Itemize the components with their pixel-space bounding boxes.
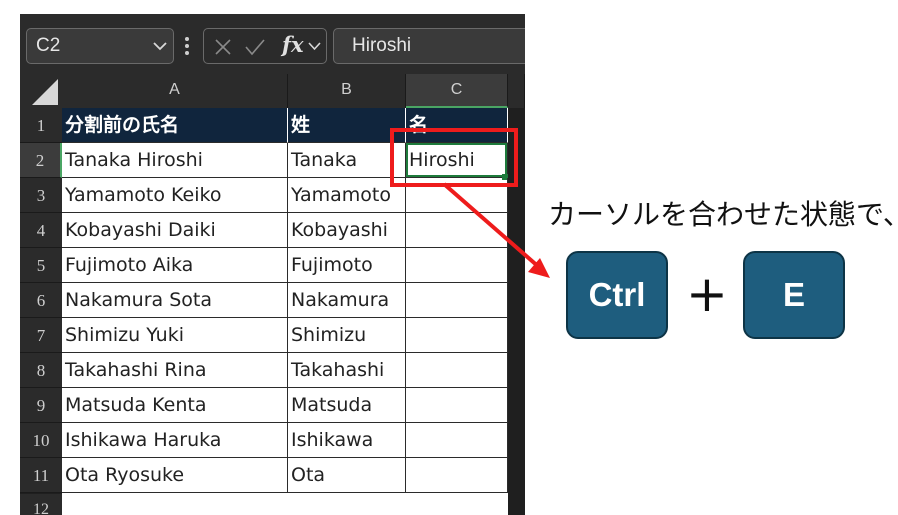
cell-c8[interactable] [406, 353, 508, 388]
cell-a1[interactable]: 分割前の氏名 [62, 108, 288, 143]
cell-c11[interactable] [406, 458, 508, 493]
enter-icon[interactable] [244, 38, 266, 56]
cell-b2[interactable]: Tanaka [288, 143, 406, 178]
cell-a3[interactable]: Yamamoto Keiko [62, 178, 288, 213]
highlight-box [390, 128, 518, 187]
cell-a9[interactable]: Matsuda Kenta [62, 388, 288, 423]
arrow-icon [442, 182, 550, 278]
cell-a6[interactable]: Nakamura Sota [62, 283, 288, 318]
row-header-4[interactable]: 4 [20, 213, 62, 248]
select-all-button[interactable] [20, 74, 62, 108]
cell-b4[interactable]: Kobayashi [288, 213, 406, 248]
cell-b7[interactable]: Shimizu [288, 318, 406, 353]
cell-b1[interactable]: 姓 [288, 108, 406, 143]
select-all-icon [32, 79, 58, 105]
row-header-6[interactable]: 6 [20, 283, 62, 318]
cell-a10[interactable]: Ishikawa Haruka [62, 423, 288, 458]
plus-sign: + [686, 265, 728, 323]
cell-b5[interactable]: Fujimoto [288, 248, 406, 283]
cell-a11[interactable]: Ota Ryosuke [62, 458, 288, 493]
partial-row-cells[interactable] [62, 494, 508, 515]
column-header-d[interactable] [508, 74, 525, 108]
cell-b9[interactable]: Matsuda [288, 388, 406, 423]
formula-value: Hiroshi [352, 35, 412, 56]
cell-b8[interactable]: Takahashi [288, 353, 406, 388]
cell-b11[interactable]: Ota [288, 458, 406, 493]
cell-a5[interactable]: Fujimoto Aika [62, 248, 288, 283]
cell-a8[interactable]: Takahashi Rina [62, 353, 288, 388]
row-header-8[interactable]: 8 [20, 353, 62, 388]
e-key: E [743, 251, 845, 339]
cell-c6[interactable] [406, 283, 508, 318]
cancel-icon[interactable] [214, 38, 232, 56]
dropdown-icon[interactable] [153, 41, 167, 51]
row-header-7[interactable]: 7 [20, 318, 62, 353]
cell-b6[interactable]: Nakamura [288, 283, 406, 318]
formula-input[interactable]: Hiroshi [333, 28, 525, 64]
formula-bar: C2 fx Hiroshi [20, 14, 525, 74]
ctrl-key: Ctrl [566, 251, 668, 339]
column-header-b[interactable]: B [288, 74, 406, 108]
cell-a2[interactable]: Tanaka Hiroshi [62, 143, 288, 178]
cell-a7[interactable]: Shimizu Yuki [62, 318, 288, 353]
fx-dropdown-icon[interactable] [308, 42, 321, 51]
column-header-a[interactable]: A [62, 74, 288, 108]
cell-c10[interactable] [406, 423, 508, 458]
instruction-caption: カーソルを合わせた状態で、 [548, 198, 898, 231]
name-box-value: C2 [36, 35, 61, 56]
more-icon[interactable] [183, 34, 191, 58]
partial-row: 12 [20, 494, 525, 515]
row-header-5[interactable]: 5 [20, 248, 62, 283]
row-header-11[interactable]: 11 [20, 458, 62, 493]
row-header-2[interactable]: 2 [20, 143, 62, 178]
fx-icon[interactable]: fx [282, 32, 304, 57]
row-header-3[interactable]: 3 [20, 178, 62, 213]
row-header-9[interactable]: 9 [20, 388, 62, 423]
column-header-c[interactable]: C [406, 74, 508, 108]
row-header-1[interactable]: 1 [20, 108, 62, 143]
row-header-10[interactable]: 10 [20, 423, 62, 458]
cell-a4[interactable]: Kobayashi Daiki [62, 213, 288, 248]
cell-c9[interactable] [406, 388, 508, 423]
formula-buttons: fx [203, 28, 327, 64]
cell-b3[interactable]: Yamamoto [288, 178, 406, 213]
cell-c7[interactable] [406, 318, 508, 353]
name-box[interactable]: C2 [26, 28, 174, 64]
row-header-12[interactable]: 12 [20, 494, 62, 515]
cell-b10[interactable]: Ishikawa [288, 423, 406, 458]
